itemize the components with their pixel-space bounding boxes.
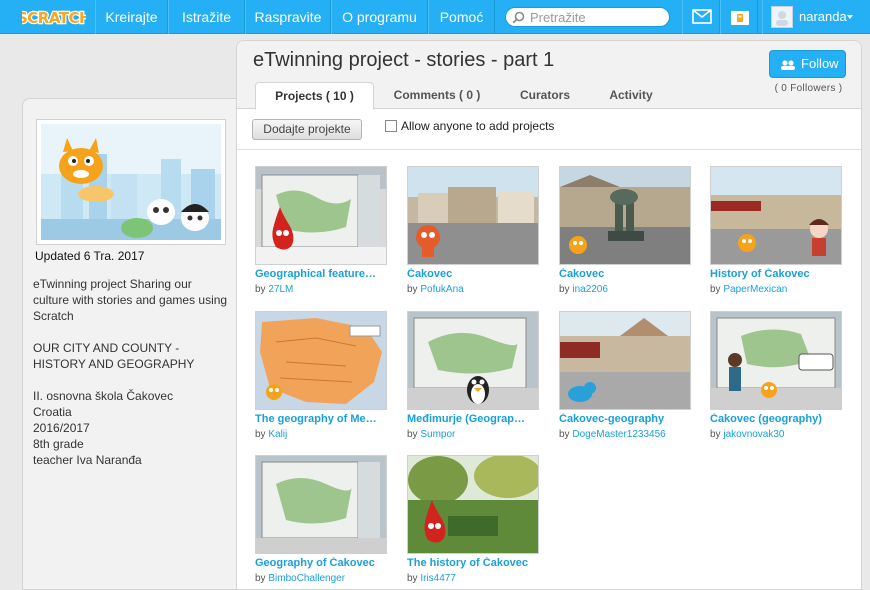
avatar <box>771 6 793 28</box>
project-author: by PaperMexican <box>710 284 787 295</box>
author-link[interactable]: PaperMexican <box>723 284 787 295</box>
by-label: by <box>710 429 721 440</box>
allow-anyone-label: Allow anyone to add projects <box>401 119 555 133</box>
search-input[interactable] <box>530 9 665 25</box>
project-author: by DogeMaster1233456 <box>559 429 666 440</box>
tab-comments[interactable]: Comments ( 0 ) <box>380 82 494 109</box>
by-label: by <box>255 284 266 295</box>
author-link[interactable]: Kalij <box>268 429 287 440</box>
project-gallery: Geographical feature… by 27LM Čakovec by… <box>237 149 861 589</box>
add-projects-button[interactable]: Dodajte projekte <box>252 119 362 140</box>
search-box <box>505 7 670 27</box>
project-card[interactable]: Geographical feature… by 27LM <box>255 166 387 306</box>
scratch-logo[interactable]: SCRATCH <box>16 6 93 28</box>
project-thumbnail[interactable] <box>255 166 387 265</box>
project-author: by PofukAna <box>407 284 464 295</box>
by-label: by <box>407 429 418 440</box>
studio-thumbnail <box>36 119 226 245</box>
project-title[interactable]: Čakovec-geography <box>559 413 691 425</box>
top-navigation-bar: SCRATCH Kreirajte Istražite Raspravite O… <box>0 0 870 34</box>
studio-main-panel: eTwinning project - stories - part 1 Fol… <box>236 40 862 590</box>
nav-explore[interactable]: Istražite <box>168 0 245 34</box>
project-card[interactable]: Međimurje (Geograp… by Sumpor <box>407 311 539 451</box>
author-link[interactable]: Iris4477 <box>420 573 456 584</box>
followers-count: ( 0 Followers ) <box>774 83 843 94</box>
project-card[interactable]: Čakovec by PofukAna <box>407 166 539 306</box>
project-title[interactable]: The history of Čakovec <box>407 557 539 569</box>
project-thumbnail[interactable] <box>255 455 387 554</box>
tab-activity[interactable]: Activity <box>594 82 668 109</box>
project-author: by jakovnovak30 <box>710 429 785 440</box>
project-author: by Sumpor <box>407 429 455 440</box>
by-label: by <box>255 429 266 440</box>
page-title: eTwinning project - stories - part 1 <box>253 49 555 71</box>
by-label: by <box>407 284 418 295</box>
chevron-down-icon <box>847 15 853 19</box>
users-icon <box>781 60 795 70</box>
tab-projects[interactable]: Projects ( 10 ) <box>255 82 374 110</box>
my-stuff-button[interactable] <box>720 0 758 34</box>
username: naranda <box>799 9 847 24</box>
by-label: by <box>559 284 570 295</box>
author-link[interactable]: BimboChallenger <box>268 573 345 584</box>
project-author: by Iris4477 <box>407 573 456 584</box>
folder-icon <box>731 11 749 25</box>
project-card[interactable]: Čakovec (geography) by jakovnovak30 <box>710 311 842 451</box>
project-thumbnail[interactable] <box>559 166 691 265</box>
search-icon <box>512 11 525 24</box>
by-label: by <box>710 284 721 295</box>
by-label: by <box>407 573 418 584</box>
author-link[interactable]: ina2206 <box>572 284 608 295</box>
author-link[interactable]: DogeMaster1233456 <box>572 429 665 440</box>
project-thumbnail[interactable] <box>407 166 539 265</box>
tab-curators[interactable]: Curators <box>504 82 586 109</box>
author-link[interactable]: Sumpor <box>420 429 455 440</box>
nav-help[interactable]: Pomoć <box>428 0 495 34</box>
project-title[interactable]: Međimurje (Geograp… <box>407 413 539 425</box>
project-title[interactable]: Čakovec <box>559 268 691 280</box>
nav-discuss[interactable]: Raspravite <box>245 0 331 34</box>
follow-button[interactable]: Follow <box>769 50 846 78</box>
project-author: by 27LM <box>255 284 293 295</box>
studio-description: eTwinning project Sharing our culture wi… <box>33 277 228 467</box>
project-title[interactable]: Čakovec <box>407 268 539 280</box>
by-label: by <box>559 429 570 440</box>
project-card[interactable]: The geography of Me… by Kalij <box>255 311 387 451</box>
project-thumbnail[interactable] <box>710 311 842 410</box>
follow-label: Follow <box>801 56 839 71</box>
studio-header: eTwinning project - stories - part 1 Fol… <box>237 41 861 110</box>
project-card[interactable]: The history of Čakovec by Iris4477 <box>407 455 539 590</box>
envelope-icon <box>692 9 712 24</box>
project-thumbnail[interactable] <box>255 311 387 410</box>
messages-button[interactable] <box>682 0 720 34</box>
project-card[interactable]: History of Čakovec by PaperMexican <box>710 166 842 306</box>
project-card[interactable]: Čakovec by ina2206 <box>559 166 691 306</box>
author-link[interactable]: 27LM <box>268 284 293 295</box>
project-title[interactable]: The geography of Me… <box>255 413 387 425</box>
project-card[interactable]: Geography of Čakovec by BimboChallenger <box>255 455 387 590</box>
project-thumbnail[interactable] <box>710 166 842 265</box>
project-thumbnail[interactable] <box>407 455 539 554</box>
allow-anyone-checkbox[interactable] <box>385 120 397 132</box>
author-link[interactable]: jakovnovak30 <box>723 429 784 440</box>
author-link[interactable]: PofukAna <box>420 284 463 295</box>
project-title[interactable]: Čakovec (geography) <box>710 413 842 425</box>
project-title[interactable]: History of Čakovec <box>710 268 842 280</box>
project-title[interactable]: Geographical feature… <box>255 268 387 280</box>
by-label: by <box>255 573 266 584</box>
nav-about[interactable]: O programu <box>331 0 428 34</box>
studio-sidebar: Updated 6 Tra. 2017 eTwinning project Sh… <box>22 98 236 590</box>
updated-date: Updated 6 Tra. 2017 <box>35 249 145 263</box>
nav-create[interactable]: Kreirajte <box>95 0 168 34</box>
projects-toolbar: Dodajte projekte Allow anyone to add pro… <box>237 110 861 148</box>
project-author: by BimboChallenger <box>255 573 345 584</box>
scratch-logo-text: SCRATCH <box>22 9 86 27</box>
project-thumbnail[interactable] <box>559 311 691 410</box>
project-author: by Kalij <box>255 429 287 440</box>
project-thumbnail[interactable] <box>407 311 539 410</box>
project-card[interactable]: Čakovec-geography by DogeMaster1233456 <box>559 311 691 451</box>
project-author: by ina2206 <box>559 284 608 295</box>
user-menu[interactable]: naranda <box>762 0 870 34</box>
project-title[interactable]: Geography of Čakovec <box>255 557 387 569</box>
